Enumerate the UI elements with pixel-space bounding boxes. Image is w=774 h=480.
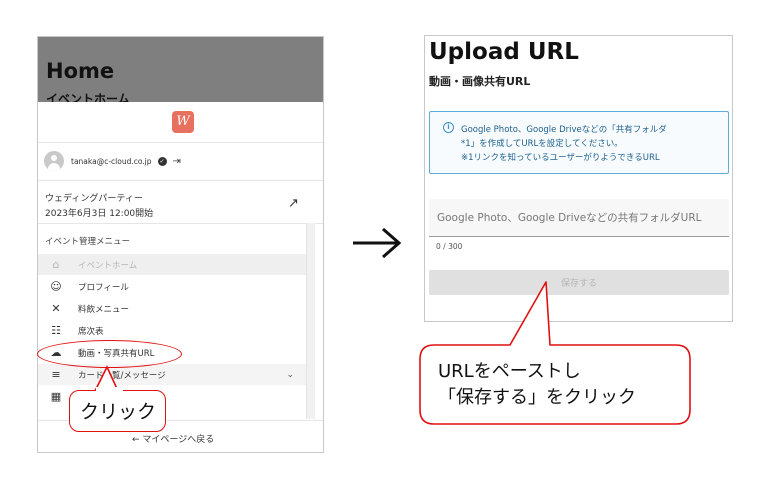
menu-item-event-home[interactable]: ⌂ イベントホーム bbox=[38, 254, 306, 275]
page-title: Upload URL bbox=[429, 39, 579, 65]
divider bbox=[38, 180, 323, 181]
drawer-scrollbar[interactable] bbox=[306, 223, 315, 419]
page-subtitle: 動画・画像共有URL bbox=[429, 75, 531, 88]
user-email: tanaka@c-cloud.co.jp bbox=[71, 156, 152, 166]
open-event-arrow-icon[interactable]: ↗ bbox=[288, 196, 299, 211]
event-date: 2023年6月3日 12:00開始 bbox=[45, 209, 154, 219]
highlight-ellipse bbox=[37, 340, 182, 368]
menu-item-food-menu[interactable]: ✕ 料飲メニュー bbox=[38, 298, 306, 319]
menu-item-seating-chart[interactable]: ☷ 席次表 bbox=[38, 320, 306, 341]
menu-item-cards-messages[interactable]: ≡ カード一覧/メッセージ ⌄ bbox=[38, 364, 306, 385]
menu-item-label: イベントホーム bbox=[78, 260, 138, 271]
menu-item-label: 席次表 bbox=[78, 326, 104, 337]
char-count: 0 / 300 bbox=[436, 242, 463, 251]
menu-heading: イベント管理メニュー bbox=[45, 237, 131, 247]
avatar bbox=[44, 151, 64, 171]
menu-item-label: プロフィール bbox=[78, 282, 129, 293]
divider bbox=[38, 223, 323, 224]
profile-pin-icon: ☺ bbox=[50, 280, 62, 293]
utensils-icon: ✕ bbox=[51, 302, 61, 315]
paste-callout-text: URLをペーストし bbox=[438, 361, 581, 382]
user-row: tanaka@c-cloud.co.jp ✓ ⇥ bbox=[44, 150, 181, 172]
info-text-line: ※1リンクを知っているユーザーがりようできるURL bbox=[461, 153, 660, 163]
page-title: Home bbox=[46, 59, 115, 83]
menu-item-label: 料飲メニュー bbox=[78, 304, 130, 315]
arrow-right-icon bbox=[353, 227, 402, 259]
home-header: Home イベントホーム bbox=[38, 37, 323, 106]
logout-icon[interactable]: ⇥ bbox=[173, 156, 181, 167]
click-callout-text: クリック bbox=[80, 401, 157, 423]
home-icon: ⌂ bbox=[52, 258, 60, 271]
divider bbox=[38, 142, 323, 143]
info-text-line: *1」を作成してURLを設定してください。 bbox=[461, 139, 623, 149]
verified-check-icon: ✓ bbox=[157, 156, 167, 166]
share-url-input[interactable] bbox=[429, 199, 729, 237]
grid-icon: ▦ bbox=[50, 390, 62, 403]
right-screenshot-panel: Upload URL 動画・画像共有URL i Google Photo、Goo… bbox=[424, 35, 733, 322]
paste-callout-text: 「保存する」をクリック bbox=[438, 387, 636, 408]
chevron-down-icon: ⌄ bbox=[286, 369, 294, 380]
info-icon: i bbox=[443, 122, 454, 133]
callout-pointer-mask bbox=[96, 387, 123, 393]
event-name: ウェディングパーティー bbox=[45, 194, 143, 204]
menu-item-profile[interactable]: ☺ プロフィール bbox=[38, 276, 306, 297]
list-icon: ≡ bbox=[51, 368, 61, 381]
app-logo-icon: W bbox=[172, 111, 194, 133]
info-box: i Google Photo、Google Driveなどの「共有フォルダ *1… bbox=[429, 111, 729, 174]
info-text-line: Google Photo、Google Driveなどの「共有フォルダ bbox=[461, 125, 667, 135]
seating-icon: ☷ bbox=[51, 324, 61, 337]
back-to-mypage-link[interactable]: ← マイページへ戻る bbox=[132, 432, 214, 445]
